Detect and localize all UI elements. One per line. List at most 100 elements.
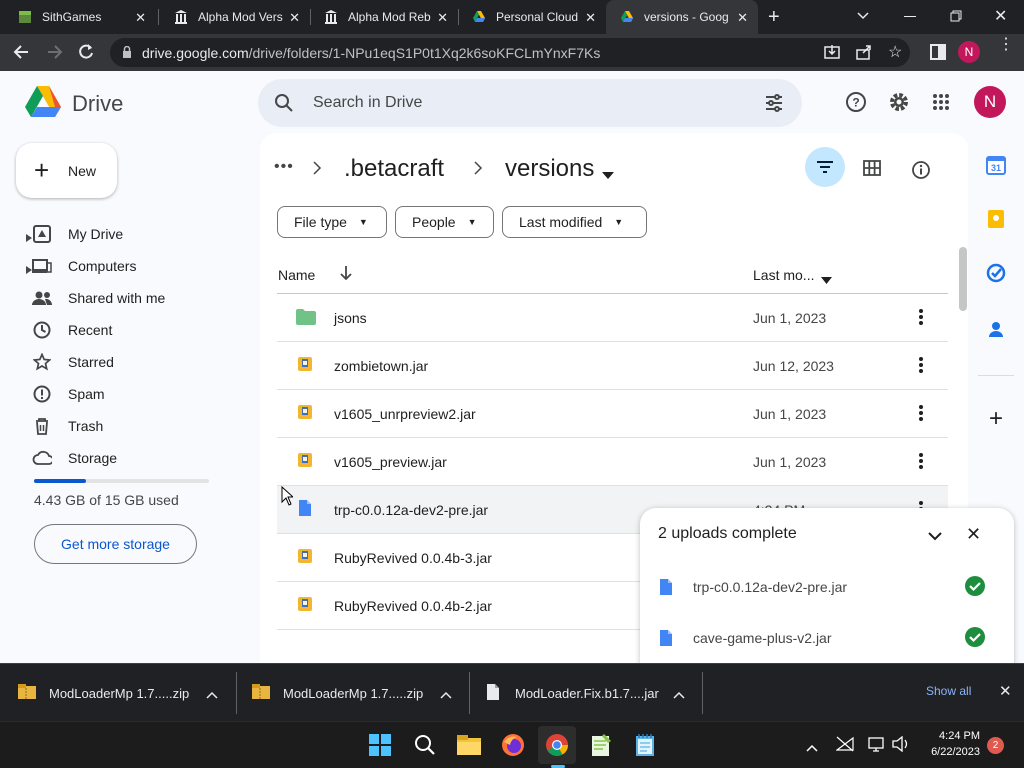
keep-icon[interactable] bbox=[984, 207, 1008, 231]
more-actions-icon[interactable] bbox=[913, 403, 929, 423]
last-modified-filter-chip[interactable]: Last modified ▼ bbox=[502, 206, 647, 238]
bookmark-star-icon[interactable]: ☆ bbox=[888, 42, 902, 62]
sidebar-item-starred[interactable]: Starred bbox=[26, 348, 114, 376]
expand-caret-icon[interactable] bbox=[26, 229, 32, 245]
expand-caret-icon[interactable] bbox=[26, 261, 32, 277]
search-bar[interactable]: Search in Drive bbox=[258, 79, 802, 127]
taskbar-search-icon[interactable] bbox=[410, 730, 440, 760]
last-modified-column-header[interactable]: Last mo... bbox=[753, 267, 814, 283]
tab-versions-google-drive[interactable]: versions - Goog ✕ bbox=[606, 0, 758, 34]
close-tab-icon[interactable]: ✕ bbox=[437, 10, 448, 26]
notepad-icon[interactable] bbox=[630, 730, 660, 760]
close-tab-icon[interactable]: ✕ bbox=[289, 10, 300, 26]
close-window-icon[interactable]: ✕ bbox=[994, 6, 1007, 26]
show-all-downloads-link[interactable]: Show all bbox=[926, 684, 971, 698]
settings-gear-icon[interactable] bbox=[888, 91, 910, 118]
taskbar-clock-date[interactable]: 6/22/2023 bbox=[918, 746, 980, 758]
more-actions-icon[interactable] bbox=[913, 355, 929, 375]
restore-window-icon[interactable] bbox=[950, 9, 962, 27]
browser-menu-icon[interactable]: ⋮ bbox=[998, 37, 1014, 53]
reload-icon[interactable] bbox=[76, 42, 96, 67]
share-icon[interactable] bbox=[856, 44, 872, 65]
lock-icon[interactable] bbox=[122, 45, 132, 64]
help-icon[interactable]: ? bbox=[845, 91, 867, 118]
grid-view-icon[interactable] bbox=[863, 160, 881, 181]
volume-icon[interactable] bbox=[892, 735, 910, 757]
people-filter-chip[interactable]: People ▼ bbox=[395, 206, 494, 238]
filter-toggle-button[interactable] bbox=[805, 147, 845, 187]
upload-item-name[interactable]: trp-c0.0.12a-dev2-pre.jar bbox=[693, 579, 847, 595]
tray-overflow-chevron-icon[interactable] bbox=[806, 739, 818, 757]
file-name[interactable]: RubyRevived 0.0.4b-2.jar bbox=[334, 598, 492, 614]
account-avatar[interactable]: N bbox=[974, 86, 1006, 118]
close-tab-icon[interactable]: ✕ bbox=[737, 10, 748, 26]
file-row[interactable]: v1605_preview.jar Jun 1, 2023 bbox=[277, 438, 948, 486]
windows-start-icon[interactable] bbox=[365, 730, 395, 760]
folder-menu-caret-icon[interactable] bbox=[602, 166, 614, 184]
sidebar-item-shared-with-me[interactable]: Shared with me bbox=[26, 284, 165, 312]
file-name[interactable]: v1605_preview.jar bbox=[334, 454, 447, 470]
file-name[interactable]: v1605_unrpreview2.jar bbox=[334, 406, 476, 422]
minimize-window-icon[interactable] bbox=[904, 16, 916, 17]
file-row[interactable]: zombietown.jar Jun 12, 2023 bbox=[277, 342, 948, 390]
more-actions-icon[interactable] bbox=[913, 307, 929, 327]
new-button[interactable]: + New bbox=[16, 143, 117, 198]
sidebar-item-computers[interactable]: Computers bbox=[26, 252, 136, 280]
get-addons-plus-icon[interactable]: + bbox=[984, 405, 1008, 432]
file-explorer-icon[interactable] bbox=[454, 730, 484, 760]
apps-grid-icon[interactable] bbox=[932, 93, 950, 116]
breadcrumb-parent[interactable]: .betacraft bbox=[344, 155, 444, 183]
collapse-chevron-icon[interactable] bbox=[927, 528, 943, 546]
chrome-icon[interactable] bbox=[542, 730, 572, 760]
forward-arrow-icon[interactable] bbox=[44, 42, 64, 67]
file-name[interactable]: zombietown.jar bbox=[334, 358, 428, 374]
page-title[interactable]: versions bbox=[505, 155, 594, 183]
file-row[interactable]: jsons Jun 1, 2023 bbox=[277, 294, 948, 342]
address-bar[interactable]: drive.google.com/drive/folders/1-NPu1eqS… bbox=[110, 38, 910, 67]
sidebar-item-my-drive[interactable]: My Drive bbox=[26, 220, 123, 248]
taskbar-clock-time[interactable]: 4:24 PM bbox=[928, 730, 980, 742]
column-caret-icon[interactable] bbox=[821, 271, 832, 289]
download-options-chevron-icon[interactable] bbox=[206, 687, 218, 702]
sidebar-item-storage[interactable]: Storage bbox=[26, 444, 117, 472]
file-name[interactable]: RubyRevived 0.0.4b-3.jar bbox=[334, 550, 492, 566]
notification-count-badge[interactable]: 2 bbox=[987, 737, 1004, 754]
file-name[interactable]: trp-c0.0.12a-dev2-pre.jar bbox=[334, 502, 488, 518]
sidebar-item-recent[interactable]: Recent bbox=[26, 316, 112, 344]
download-options-chevron-icon[interactable] bbox=[673, 687, 685, 702]
sort-arrow-down-icon[interactable] bbox=[339, 265, 353, 286]
file-type-filter-chip[interactable]: File type ▼ bbox=[277, 206, 387, 238]
back-arrow-icon[interactable] bbox=[12, 42, 32, 67]
scrollbar-thumb[interactable] bbox=[959, 247, 967, 311]
search-options-icon[interactable] bbox=[764, 93, 784, 118]
more-actions-icon[interactable] bbox=[913, 451, 929, 471]
breadcrumb-overflow[interactable]: ••• bbox=[274, 158, 294, 176]
get-more-storage-button[interactable]: Get more storage bbox=[34, 524, 197, 564]
download-item[interactable]: ModLoaderMp 1.7.....zip bbox=[18, 664, 233, 722]
close-upload-panel-icon[interactable]: ✕ bbox=[966, 524, 981, 545]
close-tab-icon[interactable]: ✕ bbox=[135, 10, 146, 26]
browser-profile-avatar[interactable]: N bbox=[958, 41, 980, 63]
tab-search-chevron-icon[interactable] bbox=[856, 8, 870, 26]
calendar-icon[interactable]: 31 bbox=[984, 153, 1008, 177]
search-icon[interactable] bbox=[274, 93, 294, 118]
display-icon[interactable] bbox=[868, 736, 886, 757]
download-item[interactable]: ModLoaderMp 1.7.....zip bbox=[252, 664, 467, 722]
file-row[interactable]: v1605_unrpreview2.jar Jun 1, 2023 bbox=[277, 390, 948, 438]
download-options-chevron-icon[interactable] bbox=[440, 687, 452, 702]
tab-sithgames[interactable]: SithGames ✕ bbox=[4, 0, 156, 34]
upload-item-name[interactable]: cave-game-plus-v2.jar bbox=[693, 630, 832, 646]
name-column-header[interactable]: Name bbox=[278, 267, 315, 283]
close-downloads-bar-icon[interactable]: ✕ bbox=[999, 682, 1012, 700]
firefox-icon[interactable] bbox=[498, 730, 528, 760]
sidebar-item-trash[interactable]: Trash bbox=[26, 412, 103, 440]
tab-personal-cloud[interactable]: Personal Cloud ✕ bbox=[458, 0, 606, 34]
contacts-icon[interactable] bbox=[984, 317, 1008, 341]
tab-alpha-mod-vers[interactable]: Alpha Mod Vers ✕ bbox=[160, 0, 310, 34]
tasks-icon[interactable] bbox=[984, 261, 1008, 285]
new-tab-plus-icon[interactable]: + bbox=[768, 6, 780, 29]
info-icon[interactable] bbox=[911, 160, 931, 185]
download-item[interactable]: ModLoader.Fix.b1.7....jar bbox=[487, 664, 702, 722]
network-disconnected-icon[interactable] bbox=[835, 736, 854, 757]
install-app-icon[interactable] bbox=[824, 44, 840, 65]
